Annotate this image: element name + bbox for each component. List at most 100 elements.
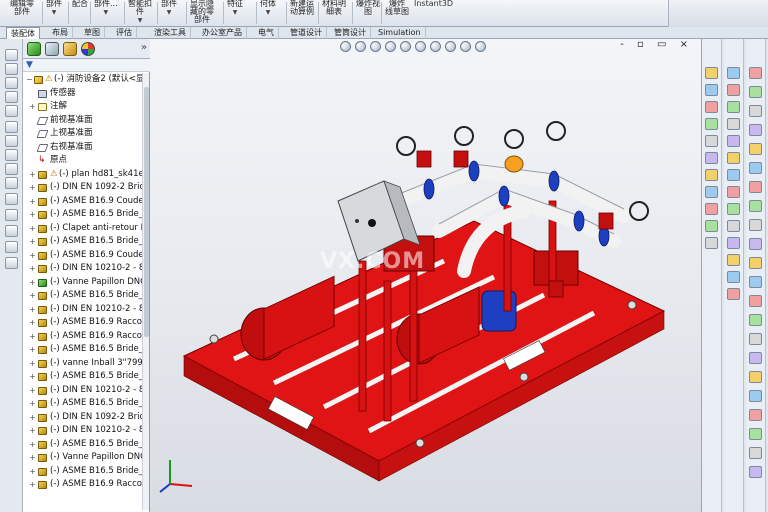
task-tool-icon[interactable] xyxy=(727,169,740,181)
task-tool-icon[interactable] xyxy=(705,152,718,164)
ribbon-button-9[interactable]: 新建运 动算例 xyxy=(290,0,314,16)
display-style-icon[interactable] xyxy=(415,41,426,52)
expand-icon[interactable]: + xyxy=(29,276,37,290)
tree-item[interactable]: + (-) ASME B16.5 Bride_ xyxy=(23,343,143,357)
task-tool-icon[interactable] xyxy=(705,118,718,130)
tree-item[interactable]: + (-) DIN EN 1092-2 Bric xyxy=(23,411,143,425)
tree-item[interactable]: + (-) ASME B16.5 Bride_ xyxy=(23,438,143,452)
task-tool-icon[interactable] xyxy=(727,67,740,79)
tree-item[interactable]: + (-) ASME B16.5 Bride_ xyxy=(23,235,143,249)
dropdown-arrow-icon[interactable]: ▼ xyxy=(104,9,109,16)
task-tool-icon[interactable] xyxy=(749,295,762,307)
tree-item[interactable]: + 注解 xyxy=(23,100,143,114)
tree-item[interactable]: + (-) Clapet anti-retour D xyxy=(23,222,143,236)
zoom-to-fit-icon[interactable] xyxy=(340,41,351,52)
expand-icon[interactable]: + xyxy=(29,343,37,357)
task-tool-icon[interactable] xyxy=(727,203,740,215)
tree-item[interactable]: + (-) DIN EN 1092-2 Bric xyxy=(23,181,143,195)
expand-icon[interactable]: + xyxy=(29,249,37,263)
toolbar-tool-icon[interactable] xyxy=(5,105,18,117)
tree-item[interactable]: 传感器 xyxy=(23,87,143,101)
toolbar-tool-icon[interactable] xyxy=(5,241,18,253)
tab-5[interactable]: 办公室产品 xyxy=(198,27,247,39)
task-tool-icon[interactable] xyxy=(705,169,718,181)
task-tool-icon[interactable] xyxy=(727,135,740,147)
expand-icon[interactable]: + xyxy=(29,181,37,195)
task-tool-icon[interactable] xyxy=(749,466,762,478)
task-tool-icon[interactable] xyxy=(727,152,740,164)
tree-item[interactable]: 上视基准面 xyxy=(23,127,143,141)
dropdown-arrow-icon[interactable]: ▼ xyxy=(138,17,143,24)
task-tool-icon[interactable] xyxy=(749,143,762,155)
expand-icon[interactable]: + xyxy=(29,397,37,411)
tab-2[interactable]: 草图 xyxy=(80,27,105,39)
ribbon-button-3[interactable]: 部件... ▼ xyxy=(94,0,118,17)
expand-icon[interactable]: + xyxy=(29,195,37,209)
ribbon-button-5[interactable]: 部件 ▼ xyxy=(161,0,177,17)
task-tool-icon[interactable] xyxy=(727,271,740,283)
expand-icon[interactable]: + xyxy=(29,316,37,330)
tab-0[interactable]: 装配体 xyxy=(6,27,40,39)
expand-icon[interactable]: + xyxy=(29,208,37,222)
graphics-viewport[interactable]: - ▫ ▭ × VX.COM xyxy=(150,39,701,512)
expand-icon[interactable]: + xyxy=(29,303,37,317)
instant3d-button[interactable]: Instant3D xyxy=(414,0,453,8)
view-orientation-icon[interactable] xyxy=(400,41,411,52)
expand-icon[interactable]: + xyxy=(29,330,37,344)
tree-item[interactable]: + (-) DIN EN 10210-2 - 8 xyxy=(23,303,143,317)
task-tool-icon[interactable] xyxy=(749,219,762,231)
tree-item[interactable]: 右视基准面 xyxy=(23,141,143,155)
task-tool-icon[interactable] xyxy=(749,409,762,421)
expand-icon[interactable]: + xyxy=(29,357,37,371)
viewport-window-controls[interactable]: - ▫ ▭ × xyxy=(620,39,693,50)
task-tool-icon[interactable] xyxy=(727,186,740,198)
toolbar-tool-icon[interactable] xyxy=(5,209,18,221)
expand-icon[interactable]: + xyxy=(29,370,37,384)
tree-item[interactable]: 前视基准面 xyxy=(23,114,143,128)
expand-icon[interactable]: + xyxy=(29,384,37,398)
task-tool-icon[interactable] xyxy=(705,84,718,96)
expand-icon[interactable]: + xyxy=(29,478,37,492)
view-settings-icon[interactable] xyxy=(475,41,486,52)
tab-9[interactable]: Simulation xyxy=(374,27,426,39)
fire-pump-skid-model[interactable] xyxy=(174,101,674,501)
dropdown-arrow-icon[interactable]: ▼ xyxy=(233,9,238,16)
expand-icon[interactable]: + xyxy=(29,100,37,114)
panel-expand-icon[interactable]: » xyxy=(141,42,147,53)
tree-item[interactable]: + (-) ASME B16.5 Bride_ xyxy=(23,289,143,303)
task-tool-icon[interactable] xyxy=(749,86,762,98)
tree-scrollbar[interactable] xyxy=(142,73,149,510)
dropdown-arrow-icon[interactable]: ▼ xyxy=(266,9,271,16)
task-tool-icon[interactable] xyxy=(705,220,718,232)
tree-item[interactable]: + (-) Vanne Papillon DNC xyxy=(23,276,143,290)
tree-item[interactable]: + (-) ASME B16.5 Bride_ xyxy=(23,397,143,411)
hide-show-icon[interactable] xyxy=(430,41,441,52)
tab-6[interactable]: 电气 xyxy=(254,27,279,39)
toolbar-tool-icon[interactable] xyxy=(5,193,18,205)
section-view-icon[interactable] xyxy=(385,41,396,52)
display-manager-tab-icon[interactable] xyxy=(81,42,95,56)
ribbon-button-1[interactable]: 部件 ▼ xyxy=(46,0,62,17)
task-tool-icon[interactable] xyxy=(727,84,740,96)
expand-icon[interactable]: + xyxy=(29,168,37,182)
tree-item[interactable]: + (-) ASME B16.9 Raccor xyxy=(23,478,143,492)
toolbar-tool-icon[interactable] xyxy=(5,225,18,237)
toolbar-tool-icon[interactable] xyxy=(5,77,18,89)
task-tool-icon[interactable] xyxy=(749,447,762,459)
toolbar-tool-icon[interactable] xyxy=(5,177,18,189)
task-tool-icon[interactable] xyxy=(749,371,762,383)
ribbon-button-0[interactable]: 编辑零 部件 xyxy=(10,0,34,16)
ribbon-button-7[interactable]: 特征 ▼ xyxy=(227,0,243,17)
task-tool-icon[interactable] xyxy=(705,237,718,249)
task-tool-icon[interactable] xyxy=(749,352,762,364)
task-tool-icon[interactable] xyxy=(727,254,740,266)
expand-icon[interactable]: + xyxy=(29,411,37,425)
tab-8[interactable]: 管筒设计 xyxy=(330,27,371,39)
task-tool-icon[interactable] xyxy=(727,220,740,232)
ribbon-button-10[interactable]: 材料明 细表 xyxy=(322,0,346,16)
task-tool-icon[interactable] xyxy=(749,314,762,326)
expand-icon[interactable]: + xyxy=(29,289,37,303)
tree-item[interactable]: + (-) vanne Inball 3"799[ xyxy=(23,357,143,371)
dropdown-arrow-icon[interactable]: ▼ xyxy=(52,9,57,16)
task-tool-icon[interactable] xyxy=(749,162,762,174)
